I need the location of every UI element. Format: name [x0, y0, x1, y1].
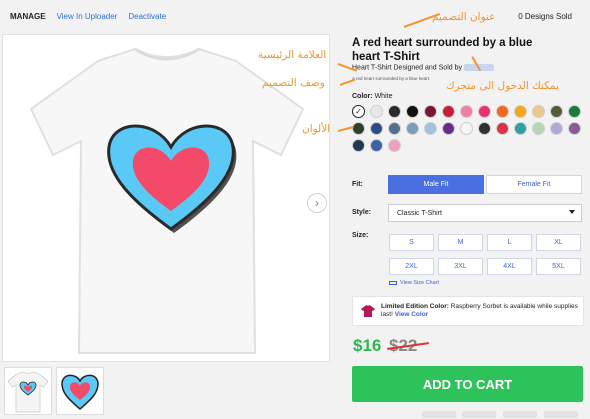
extra-button-3[interactable] — [503, 411, 537, 418]
extra-button-1[interactable] — [422, 411, 456, 418]
chevron-down-icon — [569, 210, 575, 214]
size-option-xl[interactable]: XL — [536, 234, 581, 251]
annotation-colors: الألوان — [302, 123, 331, 135]
color-swatch[interactable] — [514, 122, 527, 135]
thumbnail-shirt[interactable] — [4, 367, 52, 415]
color-label-value: White — [374, 93, 393, 100]
color-swatch[interactable] — [424, 122, 437, 135]
color-swatch[interactable] — [550, 122, 563, 135]
color-swatch[interactable] — [442, 122, 455, 135]
next-image-button[interactable]: › — [307, 193, 327, 213]
color-swatch[interactable] — [550, 105, 563, 118]
limited-edition-notice: Limited Edition Color: Raspberry Sorbet … — [352, 296, 584, 326]
chevron-right-icon: › — [315, 196, 319, 210]
color-swatch[interactable]: ✓ — [352, 105, 365, 118]
designs-sold-count: 0 Designs Sold — [518, 12, 572, 21]
thumbnail-design-image — [61, 374, 99, 411]
color-swatch[interactable] — [370, 122, 383, 135]
annotation-design-description: وصف التصميم — [262, 77, 325, 89]
size-option-2xl[interactable]: 2XL — [389, 258, 434, 275]
top-bar: MANAGE View In Uploader Deactivate 0 Des… — [0, 0, 590, 32]
limited-edition-text: Limited Edition Color: Raspberry Sorbet … — [381, 303, 581, 319]
style-select[interactable]: Classic T-Shirt — [388, 204, 582, 222]
color-swatch[interactable] — [532, 105, 545, 118]
extra-button-2[interactable] — [462, 411, 496, 418]
size-option-m[interactable]: M — [438, 234, 483, 251]
color-swatch[interactable] — [478, 105, 491, 118]
deactivate-link[interactable]: Deactivate — [128, 12, 166, 21]
color-swatch[interactable] — [496, 122, 509, 135]
color-swatch[interactable] — [352, 122, 365, 135]
limited-edition-lead: Limited Edition Color: — [381, 303, 449, 310]
style-select-value: Classic T-Shirt — [397, 209, 442, 217]
annotation-store-access: يمكنك الدخول الى متجرك — [446, 80, 559, 92]
size-chart-label: View Size Chart — [400, 280, 440, 286]
color-swatches: ✓ — [352, 105, 582, 152]
size-option-4xl[interactable]: 4XL — [487, 258, 532, 275]
original-price: $22 — [387, 336, 429, 356]
color-swatch[interactable] — [514, 105, 527, 118]
current-price: $16 — [353, 336, 382, 355]
size-chart-link[interactable]: View Size Chart — [389, 280, 439, 286]
color-swatch[interactable] — [496, 105, 509, 118]
color-swatch[interactable] — [442, 105, 455, 118]
color-swatch[interactable] — [478, 122, 491, 135]
color-swatch[interactable] — [388, 139, 401, 152]
color-swatch[interactable] — [460, 122, 473, 135]
color-swatch[interactable] — [388, 122, 401, 135]
tshirt-icon — [361, 305, 375, 317]
size-option-l[interactable]: L — [487, 234, 532, 251]
annotation-design-title: عنوان التصميم — [432, 11, 496, 23]
product-title: A red heart surrounded by a blue heart T… — [352, 37, 533, 63]
size-option-3xl[interactable]: 3XL — [438, 258, 483, 275]
add-to-cart-button[interactable]: ADD TO CART — [352, 366, 583, 402]
thumbnail-shirt-image — [7, 371, 49, 413]
fit-label: Fit: — [352, 181, 363, 188]
ruler-icon — [389, 281, 397, 285]
color-swatch[interactable] — [568, 122, 581, 135]
size-option-s[interactable]: S — [389, 234, 434, 251]
color-swatch[interactable] — [352, 139, 365, 152]
annotation-design-description-leader — [339, 78, 356, 86]
thumbnail-design[interactable] — [56, 367, 104, 415]
color-swatch[interactable] — [424, 105, 437, 118]
size-option-5xl[interactable]: 5XL — [536, 258, 581, 275]
style-label: Style: — [352, 209, 372, 216]
color-label: Color: White — [352, 93, 392, 100]
color-swatch[interactable] — [532, 122, 545, 135]
product-description: A red heart surrounded by a blue heart. — [352, 76, 431, 81]
color-swatch[interactable] — [388, 105, 401, 118]
color-swatch[interactable] — [406, 122, 419, 135]
female-fit-button[interactable]: Female Fit — [486, 175, 582, 194]
designer-line: Heart T-Shirt Designed and Sold by — [352, 64, 494, 71]
view-color-link[interactable]: View Color — [395, 311, 428, 318]
size-label: Size: — [352, 232, 369, 239]
manage-label: MANAGE — [10, 11, 46, 21]
view-in-uploader-link[interactable]: View In Uploader — [57, 12, 118, 21]
extra-button-4[interactable] — [544, 411, 578, 418]
color-swatch[interactable] — [406, 105, 419, 118]
color-swatch[interactable] — [568, 105, 581, 118]
color-label-key: Color: — [352, 93, 373, 100]
designer-prefix: Heart T-Shirt Designed and Sold by — [352, 64, 462, 72]
color-swatch[interactable] — [370, 139, 383, 152]
color-swatch[interactable] — [460, 105, 473, 118]
color-swatch[interactable] — [370, 105, 383, 118]
annotation-brand: العلامة الرئيسية — [258, 49, 327, 61]
male-fit-button[interactable]: Male Fit — [388, 175, 484, 194]
